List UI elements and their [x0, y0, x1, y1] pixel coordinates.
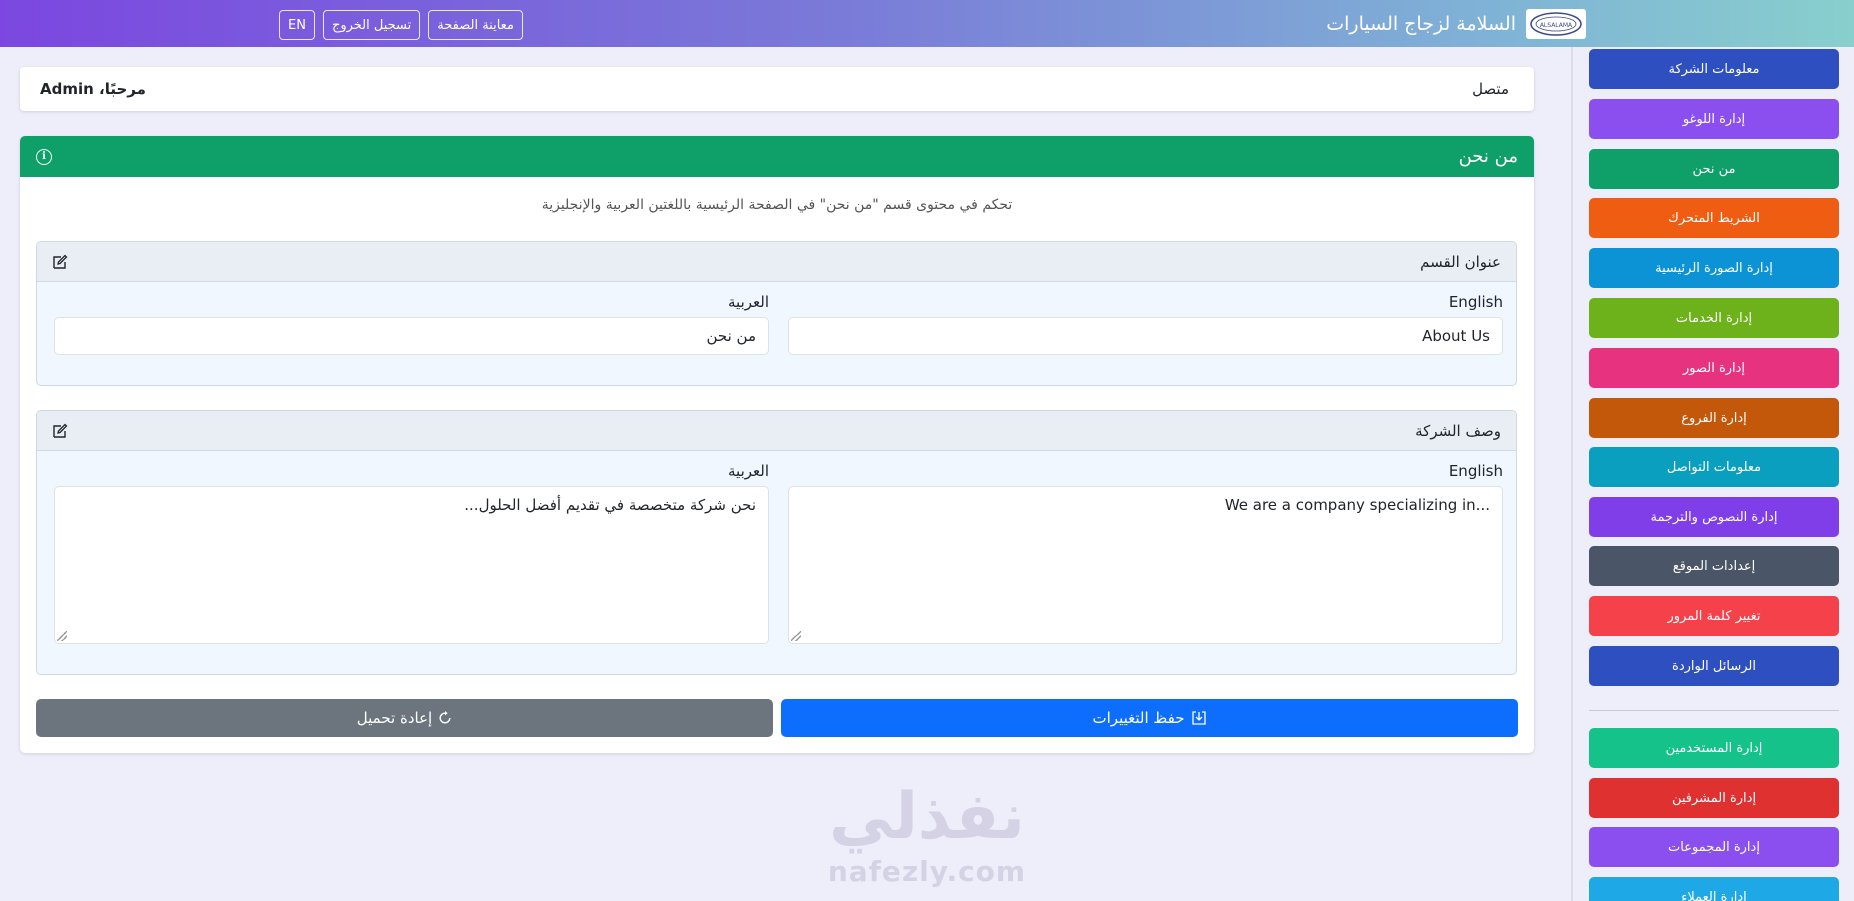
resize-handle[interactable]: [57, 631, 67, 641]
section-title: وصف الشركة: [1415, 421, 1501, 440]
sidebar-item-clients[interactable]: إدارة العملاء: [1589, 877, 1839, 901]
section-header: عنوان القسم: [37, 242, 1516, 282]
status-text: متصل: [1472, 80, 1509, 98]
watermark-arabic: نفذلي: [829, 780, 1025, 854]
sidebar-item-texts[interactable]: إدارة النصوص والترجمة: [1589, 497, 1839, 537]
section-title-card: عنوان القسم English العربية About Us من …: [36, 241, 1517, 386]
sidebar-item-groups[interactable]: إدارة المجموعات: [1589, 827, 1839, 867]
section-title: عنوان القسم: [1420, 252, 1501, 271]
sidebar-item-contact-info[interactable]: معلومات التواصل: [1589, 447, 1839, 487]
title-english-value: About Us: [1422, 327, 1490, 345]
svg-text:ALSALAMA: ALSALAMA: [1540, 22, 1573, 29]
sidebar-item-images[interactable]: إدارة الصور: [1589, 348, 1839, 388]
english-label: English: [1448, 293, 1503, 311]
sidebar-item-change-password[interactable]: تغيير كلمة المرور: [1589, 596, 1839, 636]
welcome-card: متصل مرحبًا، Admin: [20, 67, 1534, 111]
sidebar-item-company-info[interactable]: معلومات الشركة: [1589, 49, 1839, 89]
sidebar-item-messages[interactable]: الرسائل الواردة: [1589, 646, 1839, 686]
about-us-panel: من نحن i تحكم في محتوى قسم "من نحن" في ا…: [20, 136, 1534, 753]
sidebar: معلومات الشركة إدارة اللوغو من نحن الشري…: [1571, 47, 1854, 901]
sidebar-item-main-image[interactable]: إدارة الصورة الرئيسية: [1589, 248, 1839, 288]
edit-icon: [53, 254, 68, 269]
sidebar-item-branches[interactable]: إدارة الفروع: [1589, 398, 1839, 438]
panel-header: من نحن i: [20, 136, 1534, 177]
sidebar-item-site-settings[interactable]: إعدادات الموقع: [1589, 546, 1839, 586]
welcome-text: مرحبًا، Admin: [40, 80, 146, 98]
description-english-value: We are a company specializing in...: [1224, 496, 1490, 514]
title-arabic-input[interactable]: من نحن: [54, 317, 769, 355]
language-toggle-button[interactable]: EN: [279, 10, 315, 40]
panel-description: تحكم في محتوى قسم "من نحن" في الصفحة الر…: [541, 197, 1013, 213]
top-actions: معاينة الصفحة تسجيل الخروج EN: [279, 10, 523, 40]
sidebar-item-services[interactable]: إدارة الخدمات: [1589, 298, 1839, 338]
logout-button[interactable]: تسجيل الخروج: [322, 10, 421, 40]
top-navbar: معاينة الصفحة تسجيل الخروج EN ALSALAMA ا…: [0, 0, 1854, 47]
sidebar-item-logo[interactable]: إدارة اللوغو: [1589, 99, 1839, 139]
arabic-label: العربية: [728, 293, 769, 311]
brand[interactable]: ALSALAMA السلامة لزجاج السيارات: [1326, 9, 1586, 39]
sidebar-item-users[interactable]: إدارة المستخدمين: [1589, 728, 1839, 768]
watermark: نفذلي nafezly.com: [820, 785, 1034, 901]
description-english-textarea[interactable]: We are a company specializing in...: [788, 486, 1503, 644]
save-icon: [1191, 711, 1206, 725]
description-arabic-value: نحن شركة متخصصة في تقديم أفضل الحلول...: [464, 496, 756, 514]
description-arabic-textarea[interactable]: نحن شركة متخصصة في تقديم أفضل الحلول...: [54, 486, 769, 644]
resize-handle[interactable]: [791, 631, 801, 641]
title-arabic-value: من نحن: [706, 327, 757, 345]
title-english-input[interactable]: About Us: [788, 317, 1503, 355]
logo-icon: ALSALAMA: [1526, 9, 1586, 39]
section-description-card: وصف الشركة English العربية We are a comp…: [36, 410, 1517, 675]
sidebar-item-about-us[interactable]: من نحن: [1589, 149, 1839, 189]
sidebar-item-ticker[interactable]: الشريط المتحرك: [1589, 198, 1839, 238]
english-label: English: [1448, 462, 1503, 480]
edit-icon: [53, 423, 68, 438]
info-icon[interactable]: i: [36, 148, 52, 165]
save-changes-button[interactable]: حفظ التغييرات: [781, 699, 1518, 737]
preview-page-button[interactable]: معاينة الصفحة: [428, 10, 523, 40]
reload-button[interactable]: إعادة تحميل: [36, 699, 773, 737]
reload-label: إعادة تحميل: [356, 709, 433, 727]
watermark-english: nafezly.com: [827, 855, 1027, 888]
reload-icon: [439, 711, 451, 724]
sidebar-item-admins[interactable]: إدارة المشرفين: [1589, 778, 1839, 818]
arabic-label: العربية: [728, 462, 769, 480]
section-header: وصف الشركة: [37, 411, 1516, 451]
app-title: السلامة لزجاج السيارات: [1326, 13, 1516, 35]
panel-title: من نحن: [1458, 146, 1518, 167]
save-changes-label: حفظ التغييرات: [1092, 709, 1185, 727]
sidebar-divider: [1589, 710, 1839, 711]
